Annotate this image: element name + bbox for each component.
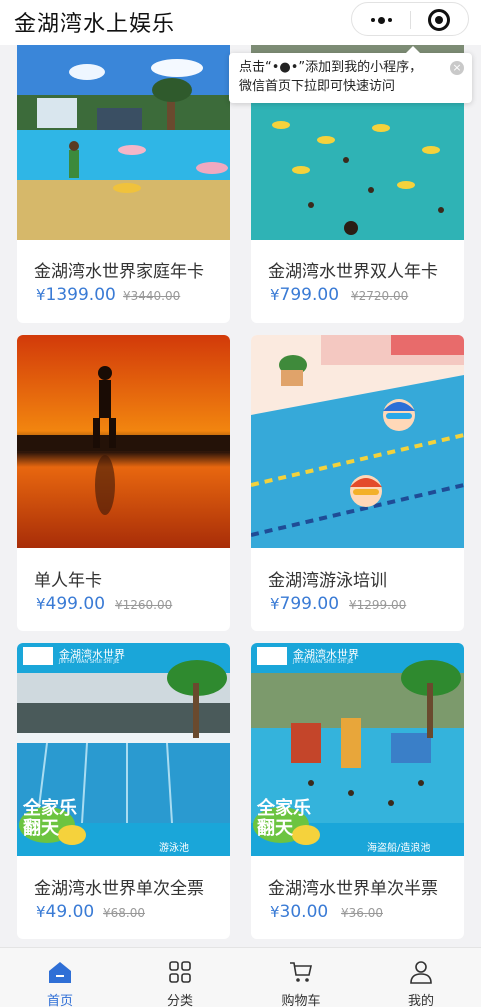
tooltip-line-1: 点击“•●•”添加到我的小程序， bbox=[239, 60, 423, 75]
poster-ship-label: 海盗船/造浪池 bbox=[367, 843, 431, 854]
tab-home[interactable]: 首页 bbox=[0, 948, 120, 1007]
product-original-price: ¥3440.00 bbox=[123, 289, 181, 303]
product-card-family-annual[interactable]: 金湖湾水世界家庭年卡 ¥1399.00 ¥3440.00 bbox=[17, 0, 230, 323]
product-price: ¥499.00 bbox=[36, 594, 106, 614]
tab-label: 购物车 bbox=[281, 994, 321, 1007]
product-card-couple-annual[interactable]: 金湖湾水世界双人年卡 ¥799.00 ¥2720.00 bbox=[251, 0, 464, 323]
add-to-mini-program-tooltip: 点击“•●•”添加到我的小程序， 微信首页下拉即可快速访问 × bbox=[229, 46, 472, 103]
product-card-single-full-ticket[interactable]: 金湖湾水世界 JIN HU WAN SHUI SHI JIE 全家乐翻天 游泳池… bbox=[17, 643, 230, 939]
mini-program-capsule bbox=[351, 2, 469, 36]
home-icon bbox=[49, 962, 71, 983]
product-name[interactable]: 金湖湾水世界单次全票 bbox=[34, 874, 204, 899]
poster-slogan: 全家乐翻天 bbox=[257, 798, 311, 839]
bottom-tab-bar: 首页 分类 购物车 我的 bbox=[0, 947, 481, 1007]
tab-profile[interactable]: 我的 bbox=[361, 948, 481, 1007]
more-menu-icon[interactable] bbox=[366, 11, 396, 29]
poster-brand-sub: JIN HU WAN SHUI SHI JIE bbox=[293, 659, 354, 665]
product-image-cartoon-swimmers[interactable] bbox=[251, 335, 464, 548]
product-card-swim-training[interactable]: 金湖湾游泳培训 ¥799.00 ¥1299.00 bbox=[251, 335, 464, 631]
product-price: ¥1399.00 bbox=[36, 285, 116, 305]
user-icon bbox=[410, 961, 432, 984]
poster-brand-sub: JIN HU WAN SHUI SHI JIE bbox=[59, 659, 120, 665]
tooltip-close-icon[interactable]: × bbox=[450, 61, 464, 75]
tab-label: 我的 bbox=[407, 994, 434, 1007]
product-price: ¥799.00 bbox=[270, 594, 340, 614]
tooltip-line-2: 微信首页下拉即可快速访问 bbox=[239, 79, 396, 94]
close-mini-program-icon[interactable] bbox=[428, 9, 450, 31]
product-image-sunset[interactable] bbox=[17, 335, 230, 548]
capsule-divider bbox=[410, 11, 411, 29]
product-original-price: ¥2720.00 bbox=[351, 289, 409, 303]
page-title: 金湖湾水上娱乐 bbox=[14, 12, 176, 37]
product-original-price: ¥1260.00 bbox=[115, 598, 173, 612]
tab-label: 首页 bbox=[46, 994, 73, 1007]
tab-cart[interactable]: 购物车 bbox=[241, 948, 361, 1007]
product-original-price: ¥36.00 bbox=[341, 906, 383, 920]
product-price: ¥49.00 bbox=[36, 902, 95, 922]
category-grid-icon bbox=[169, 961, 191, 983]
cart-icon bbox=[290, 962, 312, 982]
product-price: ¥30.00 bbox=[270, 902, 329, 922]
product-card-single-half-ticket[interactable]: 金湖湾水世界 JIN HU WAN SHUI SHI JIE 全家乐翻天 海盗船… bbox=[251, 643, 464, 939]
product-image-pool-poster[interactable]: 金湖湾水世界 JIN HU WAN SHUI SHI JIE 全家乐翻天 游泳池 bbox=[17, 643, 230, 856]
product-name[interactable]: 金湖湾水世界单次半票 bbox=[268, 874, 438, 899]
poster-pool-label: 游泳池 bbox=[159, 843, 189, 854]
product-original-price: ¥1299.00 bbox=[349, 598, 407, 612]
product-name[interactable]: 金湖湾水世界双人年卡 bbox=[268, 257, 438, 282]
product-card-single-annual[interactable]: 单人年卡 ¥499.00 ¥1260.00 bbox=[17, 335, 230, 631]
product-name[interactable]: 金湖湾游泳培训 bbox=[268, 566, 387, 591]
product-original-price: ¥68.00 bbox=[103, 906, 145, 920]
product-price: ¥799.00 bbox=[270, 285, 340, 305]
navigation-bar: 金湖湾水上娱乐 bbox=[0, 0, 481, 45]
tab-category[interactable]: 分类 bbox=[120, 948, 240, 1007]
poster-slogan: 全家乐翻天 bbox=[23, 798, 77, 839]
product-name[interactable]: 金湖湾水世界家庭年卡 bbox=[34, 257, 204, 282]
product-image-pirate-ship-poster[interactable]: 金湖湾水世界 JIN HU WAN SHUI SHI JIE 全家乐翻天 海盗船… bbox=[251, 643, 464, 856]
tab-label: 分类 bbox=[166, 994, 193, 1007]
product-name[interactable]: 单人年卡 bbox=[34, 566, 102, 591]
